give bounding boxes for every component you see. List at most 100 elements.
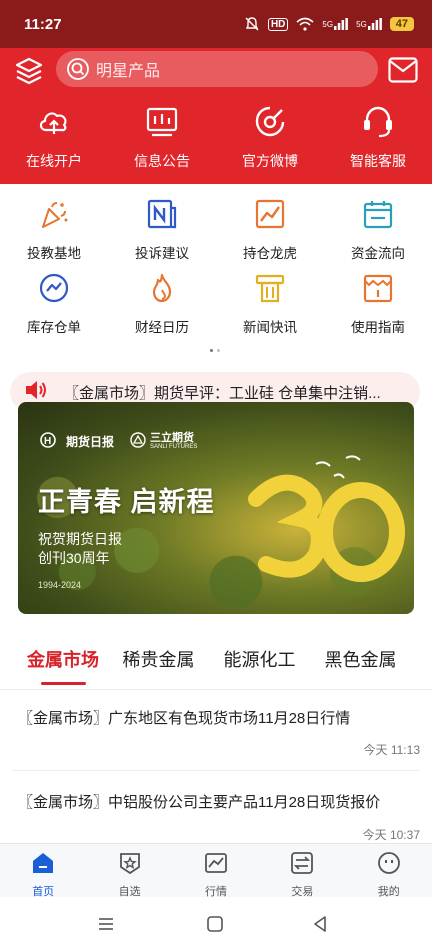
list-item[interactable]: 〖金属市场〗广东地区有色现货市场11月28日行情 今天 11:13 <box>12 690 420 771</box>
home-square-icon[interactable] <box>205 914 225 934</box>
hd-icon: HD <box>267 17 289 31</box>
header: 明星产品 在线开户 信息公告 官方微博 智能客服 <box>0 48 432 184</box>
grid-item-news-flash[interactable]: 新闻快讯 <box>216 272 324 346</box>
system-nav-bar <box>0 898 432 950</box>
page-indicator <box>210 349 220 352</box>
grid-row: 库存仓单 财经日历 新闻快讯 使用指南 <box>0 272 432 346</box>
menu-icon[interactable] <box>96 914 116 934</box>
tabbar-watchlist[interactable]: 自选 <box>86 844 172 898</box>
banner-logo2-en: SANLI FUTURES <box>150 444 198 450</box>
sanli-logo-icon <box>130 432 146 451</box>
tab-ferrous-metals[interactable]: 黑色金属 <box>310 646 411 682</box>
back-icon[interactable] <box>310 914 330 934</box>
status-icons: HD 5G 5G 47 <box>244 16 414 32</box>
mail-icon[interactable] <box>388 57 418 83</box>
cloud-upload-icon <box>36 104 72 145</box>
category-tabs: 金属市场 稀贵金属 能源化工 黑色金属 <box>0 646 432 682</box>
tabbar-trade[interactable]: 交易 <box>259 844 345 898</box>
news-time: 今天 11:13 <box>363 743 420 757</box>
tabbar-label: 行情 <box>204 886 227 898</box>
chart-circle-icon <box>38 272 70 309</box>
signal-5g-2-icon: 5G <box>356 18 382 30</box>
banner-30-graphic <box>248 455 405 582</box>
tab-energy-chemicals[interactable]: 能源化工 <box>209 646 310 682</box>
page-dot <box>217 349 220 352</box>
svg-text:H: H <box>44 436 51 447</box>
banner-logo2-text: 三立期货 <box>150 432 194 444</box>
top-shortcuts: 在线开户 信息公告 官方微博 智能客服 <box>0 104 432 176</box>
headset-icon <box>360 104 396 145</box>
weibo-icon <box>252 104 288 145</box>
shortcut-smart-service[interactable]: 智能客服 <box>324 104 432 176</box>
home-icon <box>31 851 55 880</box>
search-row: 明星产品 <box>0 48 432 92</box>
signal-5g-1-icon: 5G <box>322 18 348 30</box>
news-n-icon <box>146 198 178 235</box>
grid-item-education[interactable]: 投教基地 <box>0 198 108 272</box>
trend-chart-icon <box>254 198 286 235</box>
tabbar-profile[interactable]: 我的 <box>346 844 432 898</box>
news-time: 今天 10:37 <box>362 828 420 842</box>
promo-banner[interactable]: H 期货日报 三立期货 SANLI FUTURES 正青春 启新程 祝贺期货日报… <box>18 402 414 614</box>
shortcut-label: 在线开户 <box>26 153 82 169</box>
tabbar-home[interactable]: 首页 <box>0 844 86 898</box>
tab-precious-metals[interactable]: 稀贵金属 <box>108 646 209 682</box>
shortcut-online-account[interactable]: 在线开户 <box>0 104 108 176</box>
star-shield-icon <box>118 851 142 880</box>
page-dot <box>210 349 213 352</box>
search-input[interactable]: 明星产品 <box>56 51 378 87</box>
status-bar: 11:27 HD 5G 5G 47 <box>0 0 432 48</box>
search-icon <box>66 57 90 81</box>
signal-5g-1-label: 5G <box>322 19 334 29</box>
banner-logo-sanli: 三立期货 SANLI FUTURES <box>130 432 197 451</box>
board-icon <box>144 104 180 145</box>
shortcut-label: 官方微博 <box>242 153 298 169</box>
futures-daily-logo-icon: H <box>40 432 62 451</box>
grid-item-positions[interactable]: 持仓龙虎 <box>216 198 324 272</box>
banner-subtitle-1: 祝贺期货日报 <box>38 531 122 547</box>
grid-label: 财经日历 <box>135 320 189 335</box>
status-time: 11:27 <box>24 15 62 33</box>
shortcut-label: 智能客服 <box>350 153 406 169</box>
wifi-icon <box>296 17 314 31</box>
grid-item-guide[interactable]: 使用指南 <box>324 272 432 346</box>
news-flash-icon <box>254 272 286 309</box>
grid-label: 投教基地 <box>27 246 81 261</box>
notice-text: 〖金属市场〗期货早评：工业硅 仓单集中注销... <box>64 384 381 402</box>
shortcut-announcements[interactable]: 信息公告 <box>108 104 216 176</box>
shortcut-label: 信息公告 <box>134 153 190 169</box>
banner-headline: 正青春 启新程 <box>38 487 215 517</box>
grid-item-fund-flow[interactable]: 资金流向 <box>324 198 432 272</box>
exchange-icon <box>290 851 314 880</box>
market-chart-icon <box>204 851 228 880</box>
banner-date: 1994-2024 <box>38 580 82 590</box>
grid-item-inventory[interactable]: 库存仓单 <box>0 272 108 346</box>
banner-logo-futures-daily: H 期货日报 <box>40 432 114 451</box>
grid-label: 使用指南 <box>351 320 405 335</box>
news-title: 〖金属市场〗广东地区有色现货市场11月28日行情 <box>18 710 351 727</box>
active-tab-indicator <box>41 682 86 685</box>
bottom-tab-bar: 首页 自选 行情 交易 我的 <box>0 843 432 898</box>
grid-label: 资金流向 <box>351 246 405 261</box>
banner-logo2-text-group: 三立期货 SANLI FUTURES <box>150 432 198 451</box>
news-list: 〖金属市场〗广东地区有色现货市场11月28日行情 今天 11:13 〖金属市场〗… <box>0 690 432 852</box>
search-placeholder: 明星产品 <box>96 63 161 80</box>
calendar-flow-icon <box>362 198 394 235</box>
list-item[interactable]: 〖金属市场〗中铝股份公司主要产品11月28日现货报价 今天 10:37 <box>12 771 420 852</box>
grid-label: 库存仓单 <box>27 320 81 335</box>
grid-item-calendar[interactable]: 财经日历 <box>108 272 216 346</box>
grid-label: 新闻快讯 <box>243 320 297 335</box>
tabbar-label: 交易 <box>291 886 314 898</box>
tab-metals[interactable]: 金属市场 <box>18 646 108 682</box>
tabbar-label: 首页 <box>32 886 55 898</box>
flame-icon <box>146 272 178 309</box>
tabbar-market[interactable]: 行情 <box>173 844 259 898</box>
tabbar-label: 自选 <box>118 886 141 898</box>
banner-subtitle-2: 创刊30周年 <box>38 550 110 566</box>
layers-menu-icon[interactable] <box>14 56 44 86</box>
battery-indicator: 47 <box>389 17 414 31</box>
banner-logo1-text: 期货日报 <box>66 435 115 449</box>
grid-label: 持仓龙虎 <box>243 246 297 261</box>
grid-item-complaints[interactable]: 投诉建议 <box>108 198 216 272</box>
shortcut-weibo[interactable]: 官方微博 <box>216 104 324 176</box>
